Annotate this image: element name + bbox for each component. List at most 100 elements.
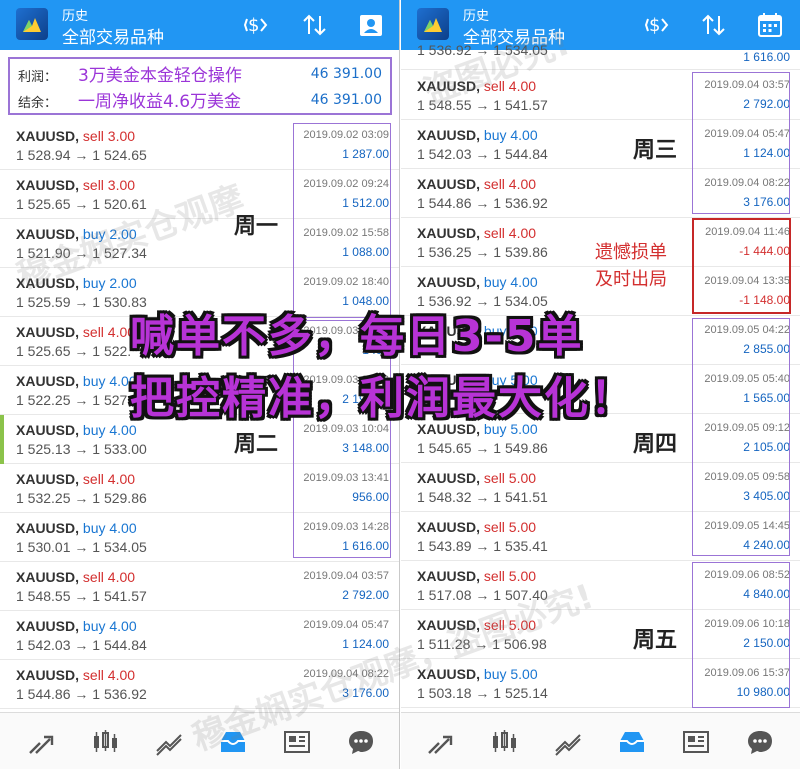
summary-note-2: 一周净收益4.6万美金 <box>78 92 242 112</box>
deal-side: sell 3.00 <box>82 128 136 144</box>
deal-side: sell 5.00 <box>483 470 537 486</box>
symbol-text: XAUUSD, <box>16 177 80 193</box>
deal-row[interactable]: XAUUSD, buy 4.00 1 542.03 → 1 544.84 2019.… <box>401 120 800 169</box>
symbol-text: XAUUSD, <box>417 617 481 633</box>
deal-row[interactable]: XAUUSD, sell 3.00 1 525.65 → 1 520.61 2019… <box>0 170 399 219</box>
sort-icon-right[interactable] <box>699 10 729 40</box>
header-title[interactable]: 全部交易品种 <box>62 23 164 48</box>
nav-quotes-icon[interactable] <box>26 727 56 757</box>
loss-note-2: 及时出局 <box>595 269 667 290</box>
deal-row[interactable]: XAUUSD, sell 4.00 1 544.86 → 1 536.92 2019… <box>0 660 399 709</box>
deal-date: 2019.09.05 09:58 <box>704 471 790 483</box>
summary-note-1: 3万美金本金轻仓操作 <box>78 66 242 86</box>
label-thursday: 周四 <box>633 432 678 457</box>
deal-side: sell 5.00 <box>483 617 537 633</box>
deal-price: 1 511.28 → 1 506.98 <box>417 636 547 652</box>
deal-price: 1 548.32 → 1 541.51 <box>417 489 548 505</box>
metatrader-logo-icon-right[interactable] <box>417 8 449 40</box>
deal-row[interactable]: XAUUSD, sell 5.00 1 543.89 → 1 535.41 2019… <box>401 512 800 561</box>
nav-trade-icon[interactable] <box>154 727 184 757</box>
deal-symbol: XAUUSD, sell 4.00 <box>16 324 135 340</box>
deal-date: 2019.09.06 08:52 <box>704 569 790 581</box>
nav-history-icon[interactable] <box>218 727 248 757</box>
deal-date: 2019.09.06 10:18 <box>704 618 790 630</box>
deal-profit: 3 405.00 <box>743 489 790 503</box>
deal-side: sell 4.00 <box>82 471 136 487</box>
deal-row[interactable]: XAUUSD, sell 5.00 1 548.32 → 1 541.51 2019… <box>401 463 800 512</box>
deal-symbol: XAUUSD, buy 2.00 <box>16 226 137 242</box>
deal-price: 1 532.25 → 1 529.86 <box>16 490 147 506</box>
deal-date: 2019.09.04 13:35 <box>704 275 790 287</box>
symbol-text: XAUUSD, <box>16 569 80 585</box>
deal-side: buy 2.00 <box>82 275 137 291</box>
deal-date: 2019.09.02 03:09 <box>303 129 389 141</box>
deal-profit: 2 105.00 <box>743 440 790 454</box>
deal-side: buy 4.00 <box>82 422 137 438</box>
profit-value: 46 391.00 <box>310 66 382 82</box>
currency-sort-icon[interactable]: $ <box>243 10 274 40</box>
deal-row[interactable]: XAUUSD, sell 4.00 1 544.86 → 1 536.92 2019… <box>401 169 800 218</box>
deal-date: 2019.09.04 03:57 <box>303 570 389 582</box>
deal-symbol: XAUUSD, sell 4.00 <box>417 176 536 192</box>
symbol-text: XAUUSD, <box>16 324 80 340</box>
deal-row[interactable]: XAUUSD, buy 2.00 1 521.90 → 1 527.34 2019.… <box>0 219 399 268</box>
label-friday: 周五 <box>633 628 678 653</box>
deal-row[interactable]: XAUUSD, buy 5.00 1 503.18 → 1 525.14 2019.… <box>401 659 800 708</box>
account-icon[interactable] <box>356 10 386 40</box>
calendar-icon[interactable] <box>755 10 785 40</box>
deal-symbol: XAUUSD, buy 4.00 <box>16 618 137 634</box>
nav-news-icon-right[interactable] <box>681 727 711 757</box>
nav-news-icon[interactable] <box>282 727 312 757</box>
deal-row[interactable]: XAUUSD, sell 4.00 1 548.55 → 1 541.57 2019… <box>401 71 800 120</box>
deal-price: 1 525.65 → 1 522. <box>16 343 132 359</box>
deal-symbol: XAUUSD, sell 4.00 <box>16 667 135 683</box>
deal-side: sell 4.00 <box>82 667 136 683</box>
deal-row[interactable]: XAUUSD, buy 4.00 1 542.03 → 1 544.84 2019.… <box>0 611 399 660</box>
deal-row[interactable]: XAUUSD, sell 4.00 1 548.55 → 1 541.57 2019… <box>0 562 399 611</box>
symbol-text: XAUUSD, <box>417 127 481 143</box>
deal-symbol: XAUUSD, sell 4.00 <box>16 471 135 487</box>
nav-chat-icon[interactable] <box>346 727 376 757</box>
partial-row[interactable]: 1 536.92 → 1 534.05 1 616.00 <box>401 42 800 70</box>
nav-chat-icon-right[interactable] <box>745 727 775 757</box>
deal-side: buy 4.00 <box>82 520 137 536</box>
deal-profit: 1 565.00 <box>743 391 790 405</box>
symbol-text: XAUUSD, <box>16 373 80 389</box>
deal-date: 2019.09.02 15:58 <box>303 227 389 239</box>
deal-row[interactable]: XAUUSD, sell 3.00 1 528.94 → 1 524.65 2019… <box>0 121 399 170</box>
symbol-text: XAUUSD, <box>16 618 80 634</box>
deal-row[interactable]: XAUUSD, sell 5.00 1 511.28 → 1 506.98 2019… <box>401 610 800 659</box>
header-subtitle: 历史 <box>62 9 89 24</box>
deal-side: buy 4.00 <box>82 373 137 389</box>
nav-chart-icon[interactable] <box>90 727 120 757</box>
deal-profit: 4 240.00 <box>743 538 790 552</box>
deal-date: 2019.09.04 03:57 <box>704 79 790 91</box>
deal-date: 2019.09.03 13:41 <box>303 472 389 484</box>
nav-history-icon-right[interactable] <box>617 727 647 757</box>
nav-trade-icon-right[interactable] <box>553 727 583 757</box>
deal-date: 2019.09.02 18:40 <box>303 276 389 288</box>
nav-chart-icon-right[interactable] <box>489 727 519 757</box>
currency-sort-icon-right[interactable]: $ <box>644 10 675 40</box>
deal-date: 2019.09.05 05:40 <box>704 373 790 385</box>
deal-price: 1 525.59 → 1 530.83 <box>16 294 147 310</box>
deal-profit: 3 176.00 <box>743 195 790 209</box>
deal-row[interactable]: XAUUSD, sell 4.00 1 532.25 → 1 529.86 2019… <box>0 464 399 513</box>
deal-symbol: XAUUSD, sell 4.00 <box>417 225 536 241</box>
deal-row[interactable]: XAUUSD, sell 5.00 1 517.08 → 1 507.40 2019… <box>401 561 800 610</box>
deal-side: sell 4.00 <box>483 176 537 192</box>
symbol-text: XAUUSD, <box>16 422 80 438</box>
deal-profit: 2 792.00 <box>743 97 790 111</box>
balance-label: 结余： <box>18 96 58 111</box>
label-wednesday: 周三 <box>633 138 678 163</box>
deal-profit: -1 148.00 <box>739 293 790 307</box>
deal-row[interactable]: XAUUSD, buy 4.00 1 530.01 → 1 534.05 2019.… <box>0 513 399 562</box>
deal-price: 1 542.03 → 1 544.84 <box>16 637 147 653</box>
deal-date: 2019.09.05 04:22 <box>704 324 790 336</box>
nav-quotes-icon-right[interactable] <box>425 727 455 757</box>
deal-price: 1 543.89 → 1 535.41 <box>417 538 548 554</box>
metatrader-logo-icon[interactable] <box>16 8 48 40</box>
deal-date: 2019.09.04 05:47 <box>704 128 790 140</box>
deal-price: 1 530.01 → 1 534.05 <box>16 539 147 555</box>
sort-icon[interactable] <box>300 10 330 40</box>
